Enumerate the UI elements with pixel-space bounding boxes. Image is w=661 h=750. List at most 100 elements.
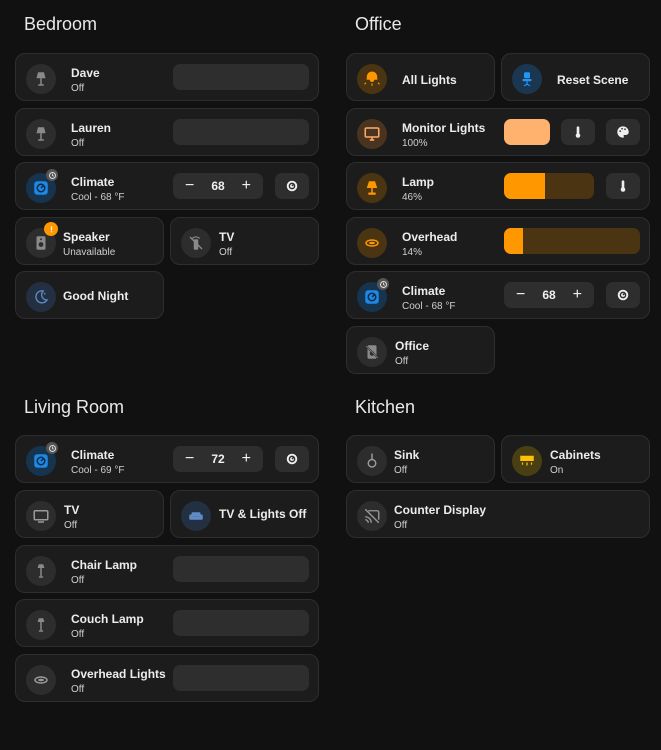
card-state: Cool - 68 °F — [402, 301, 456, 312]
card-state: 46% — [402, 192, 423, 203]
card-name: TV — [219, 230, 235, 244]
tv-icon[interactable] — [26, 501, 56, 531]
hvac-mode-button[interactable] — [606, 282, 640, 308]
hvac-mode-button[interactable] — [275, 446, 309, 472]
brightness-fill — [504, 173, 546, 199]
media-card-counter-display[interactable]: Counter Display Off — [346, 490, 650, 538]
card-name: Couch Lamp — [71, 612, 144, 626]
card-name: Good Night — [63, 289, 129, 303]
decrease-temp-button[interactable]: − — [185, 450, 194, 468]
card-state: 100% — [402, 138, 428, 149]
thermostat-icon — [617, 289, 629, 301]
climate-card-living-room[interactable]: Climate Cool - 69 °F − 72 + — [15, 435, 319, 483]
temperature-stepper[interactable]: − 68 + — [173, 173, 263, 199]
monitor-icon[interactable] — [357, 119, 387, 149]
color-palette-button[interactable] — [606, 119, 640, 145]
tv-card-living-room[interactable]: TV Off — [15, 490, 164, 538]
floor-lamp-icon[interactable] — [26, 556, 56, 586]
temperature-stepper[interactable]: − 68 + — [504, 282, 594, 308]
brightness-slider[interactable] — [504, 228, 640, 254]
thermometer-icon — [575, 126, 581, 138]
hvac-mode-button[interactable] — [275, 173, 309, 199]
light-card-monitor-lights[interactable]: Monitor Lights 100% — [346, 108, 650, 156]
light-card-lauren[interactable]: Lauren Off — [15, 108, 319, 156]
setpoint-value: 72 — [211, 452, 225, 466]
brightness-slider[interactable] — [173, 665, 309, 691]
office-speaker-card[interactable]: Office Off — [346, 326, 495, 374]
pendant-light-icon[interactable] — [357, 446, 387, 476]
color-temp-button[interactable] — [561, 119, 595, 145]
card-state: 14% — [402, 247, 423, 258]
scene-good-night-button[interactable]: Good Night — [15, 271, 164, 319]
scene-all-lights-button[interactable]: All Lights — [346, 53, 495, 101]
auto-schedule-badge-icon — [46, 442, 58, 454]
speaker-card[interactable]: Speaker Unavailable — [15, 217, 164, 265]
card-name: Sink — [394, 448, 420, 462]
section-title-bedroom: Bedroom — [24, 14, 98, 34]
card-state: Off — [71, 629, 85, 640]
section-title-living-room: Living Room — [24, 397, 125, 417]
light-card-lamp[interactable]: Lamp 46% — [346, 162, 650, 210]
light-card-overhead-lights[interactable]: Overhead Lights Off — [15, 654, 319, 702]
floor-lamp-icon[interactable] — [26, 119, 56, 149]
remote-off-icon[interactable] — [181, 228, 211, 258]
light-card-overhead[interactable]: Overhead 14% — [346, 217, 650, 265]
brightness-slider[interactable] — [173, 64, 309, 90]
card-name: Climate — [71, 448, 115, 462]
brightness-slider[interactable] — [173, 610, 309, 636]
brightness-slider[interactable] — [173, 556, 309, 582]
card-state: Off — [71, 684, 85, 695]
scene-reset-button[interactable]: Reset Scene — [501, 53, 650, 101]
setpoint-value: 68 — [211, 179, 225, 193]
card-name: Office — [395, 339, 430, 353]
card-state: Cool - 69 °F — [71, 465, 125, 476]
thermostat-icon — [286, 180, 298, 192]
brightness-slider[interactable] — [504, 119, 550, 145]
card-name: Overhead — [402, 230, 458, 244]
floor-lamp-icon[interactable] — [26, 64, 56, 94]
card-state: Off — [219, 247, 233, 258]
moon-icon[interactable] — [26, 282, 56, 312]
tv-card-bedroom[interactable]: TV Off — [170, 217, 319, 265]
light-card-couch-lamp[interactable]: Couch Lamp Off — [15, 599, 319, 647]
card-state: Unavailable — [63, 247, 116, 258]
ceiling-round-icon[interactable] — [26, 665, 56, 695]
cast-off-icon[interactable] — [357, 501, 387, 531]
decrease-temp-button[interactable]: − — [516, 286, 525, 304]
climate-card-office[interactable]: Climate Cool - 68 °F − 68 + — [346, 271, 650, 319]
scene-tv-lights-off-button[interactable]: TV & Lights Off — [170, 490, 319, 538]
card-name: Lauren — [71, 121, 112, 135]
thermostat-icon — [286, 453, 298, 465]
ceiling-round-icon[interactable] — [357, 228, 387, 258]
card-state: Off — [394, 520, 408, 531]
card-name: TV & Lights Off — [219, 507, 307, 521]
sofa-icon[interactable] — [181, 501, 211, 531]
color-temp-button[interactable] — [606, 173, 640, 199]
light-card-chair-lamp[interactable]: Chair Lamp Off — [15, 545, 319, 593]
brightness-slider[interactable] — [504, 173, 594, 199]
card-name: Speaker — [63, 230, 110, 244]
auto-schedule-badge-icon — [46, 169, 58, 181]
increase-temp-button[interactable]: + — [242, 450, 251, 468]
ceiling-light-icon[interactable] — [357, 64, 387, 94]
desk-chair-icon[interactable] — [512, 64, 542, 94]
card-name: Lamp — [402, 175, 435, 189]
temperature-stepper[interactable]: − 72 + — [173, 446, 263, 472]
decrease-temp-button[interactable]: − — [185, 177, 194, 195]
brightness-slider[interactable] — [173, 119, 309, 145]
section-title-office: Office — [355, 14, 402, 34]
under-cabinet-light-icon[interactable] — [512, 446, 542, 476]
floor-lamp-icon[interactable] — [26, 610, 56, 640]
light-card-dave[interactable]: Dave Off — [15, 53, 319, 101]
brightness-fill — [504, 228, 524, 254]
light-card-cabinets[interactable]: Cabinets On — [501, 435, 650, 483]
speaker-off-icon[interactable] — [357, 337, 387, 367]
light-card-sink[interactable]: Sink Off — [346, 435, 495, 483]
card-name: Climate — [402, 284, 446, 298]
increase-temp-button[interactable]: + — [573, 286, 582, 304]
lamp-icon[interactable] — [357, 173, 387, 203]
brightness-fill — [504, 119, 550, 145]
increase-temp-button[interactable]: + — [242, 177, 251, 195]
card-name: Climate — [71, 175, 115, 189]
climate-card-bedroom[interactable]: Climate Cool - 68 °F − 68 + — [15, 162, 319, 210]
